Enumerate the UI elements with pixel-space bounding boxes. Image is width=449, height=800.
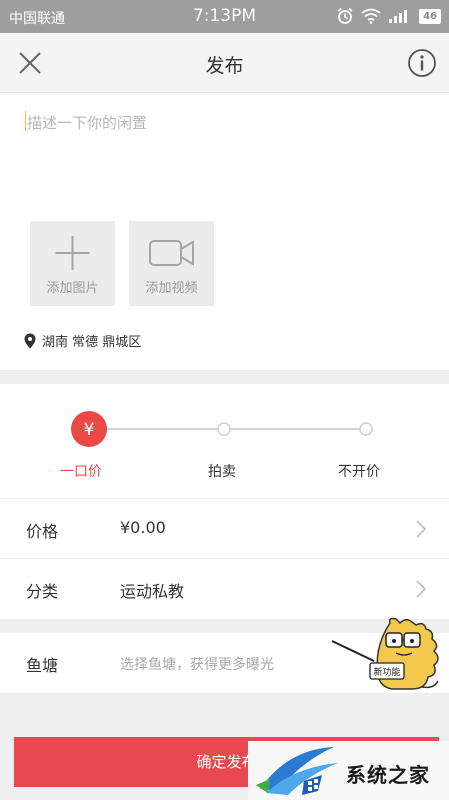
status-bar: 中国联通 7:13PM 46	[0, 0, 449, 33]
mode-no-price[interactable]: 不开价	[338, 461, 380, 481]
no-price-dot[interactable]	[359, 422, 373, 436]
location-text: 湖南 常德 鼎城区	[42, 335, 142, 350]
info-icon[interactable]	[407, 48, 437, 78]
watermark-text: 系统之家	[346, 763, 430, 787]
location-row[interactable]: 湖南 常德 鼎城区	[24, 331, 141, 350]
text-cursor	[25, 111, 26, 131]
yuan-icon: ¥	[84, 420, 95, 440]
add-image-button[interactable]: 添加图片	[30, 221, 115, 306]
pond-label: 鱼塘	[26, 656, 59, 675]
watermark: 系统之家	[248, 741, 449, 800]
auction-dot[interactable]	[217, 422, 231, 436]
plus-icon	[55, 236, 90, 270]
price-row[interactable]: 价格 ¥0.00	[0, 498, 449, 558]
video-camera-icon	[149, 240, 194, 266]
signal-icon	[389, 10, 408, 23]
watermark-logo	[256, 747, 338, 795]
battery-icon: 46	[419, 8, 441, 24]
status-icons: 46	[336, 7, 441, 25]
alarm-icon	[337, 7, 353, 24]
price-label: 价格	[26, 522, 59, 541]
description-input[interactable]: 描述一下你的闲置	[27, 112, 147, 133]
mascot-new-feature-icon: 新功能	[331, 617, 439, 690]
page-title: 发布	[205, 55, 244, 77]
category-value: 运动私教	[120, 582, 185, 601]
pond-row[interactable]: 鱼塘 选择鱼塘，获得更多曝光 新功能	[0, 617, 449, 693]
new-feature-badge: 新功能	[373, 666, 400, 678]
price-value: ¥0.00	[120, 518, 166, 537]
post-card: 描述一下你的闲置 添加图片 添加视频 湖南 常德 鼎城区	[0, 93, 449, 370]
mode-fixed-price[interactable]: 一口价	[60, 461, 102, 481]
pond-placeholder: 选择鱼塘，获得更多曝光	[120, 657, 274, 673]
chevron-right-icon	[416, 520, 427, 538]
pricing-card: ¥ 一口价 拍卖 不开价 价格 ¥0.00 分类 运动私教	[0, 384, 449, 619]
category-label: 分类	[26, 582, 59, 601]
add-video-button[interactable]: 添加视频	[129, 221, 214, 306]
location-pin-icon	[24, 333, 36, 348]
add-image-label: 添加图片	[46, 281, 99, 296]
category-row[interactable]: 分类 运动私教	[0, 558, 449, 618]
add-video-label: 添加视频	[145, 281, 198, 296]
pricing-mode-slider[interactable]: ¥	[0, 409, 449, 449]
mode-auction[interactable]: 拍卖	[208, 461, 236, 481]
nav-bar: 发布	[0, 33, 449, 93]
chevron-right-icon	[416, 580, 427, 598]
wifi-icon	[361, 8, 381, 24]
